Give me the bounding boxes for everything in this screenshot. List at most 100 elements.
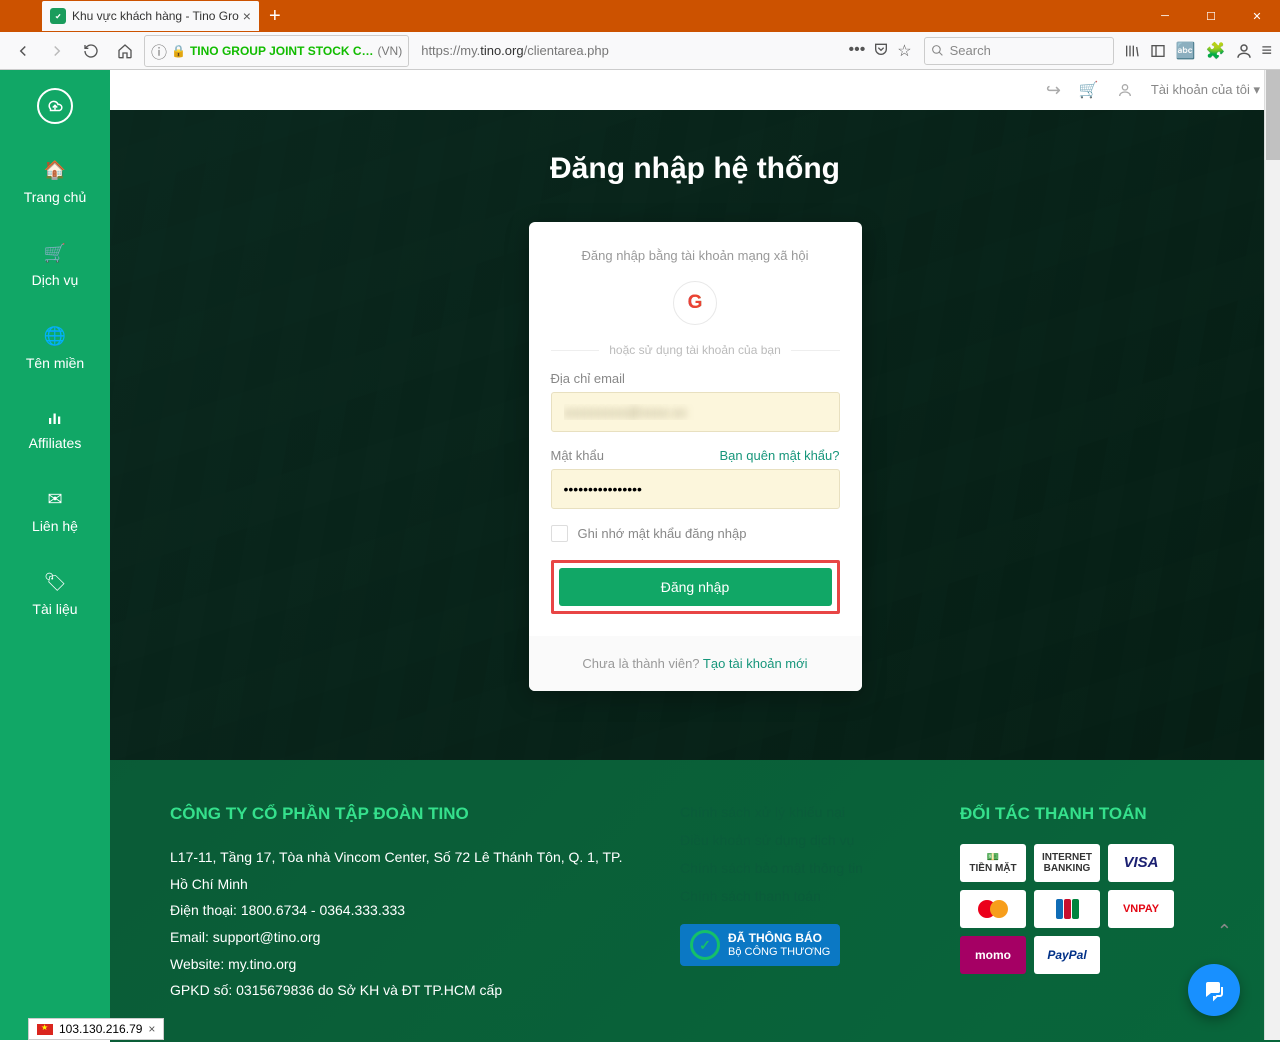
site-identity[interactable]: ⓘ 🔒 TINO GROUP JOINT STOCK C… (VN) bbox=[144, 35, 409, 67]
check-icon: ✓ bbox=[690, 930, 720, 960]
pay-mastercard bbox=[960, 890, 1026, 928]
chart-icon bbox=[46, 409, 64, 427]
footer-partners-title: ĐỐI TÁC THANH TOÁN bbox=[960, 798, 1220, 830]
browser-tab[interactable]: Khu vực khách hàng - Tino Gro × bbox=[42, 1, 259, 31]
password-label: Mật khẩu bbox=[551, 448, 604, 463]
scroll-top-button[interactable]: ⌃ bbox=[1217, 921, 1232, 942]
forward-button[interactable] bbox=[42, 36, 72, 66]
sidebar-item-domains[interactable]: 🌐 Tên miền bbox=[26, 326, 84, 371]
share-icon[interactable]: ↪ bbox=[1046, 80, 1061, 101]
extension-icon[interactable]: 🧩 bbox=[1206, 41, 1226, 61]
email-input[interactable] bbox=[551, 392, 840, 432]
tab-close-icon[interactable]: × bbox=[243, 8, 251, 24]
cart-icon: 🛒 bbox=[44, 243, 66, 264]
account-icon[interactable] bbox=[1235, 42, 1253, 60]
card-footer: Chưa là thành viên? Tạo tài khoản mới bbox=[529, 636, 862, 691]
remember-label: Ghi nhớ mật khẩu đăng nhập bbox=[578, 526, 747, 541]
remember-checkbox[interactable] bbox=[551, 525, 568, 542]
home-icon: 🏠 bbox=[44, 160, 66, 181]
sidebar-item-affiliates[interactable]: Affiliates bbox=[29, 409, 82, 451]
vertical-scrollbar[interactable] bbox=[1264, 70, 1280, 1040]
footer-line: L17-11, Tầng 17, Tòa nhà Vincom Center, … bbox=[170, 844, 640, 897]
home-button[interactable] bbox=[110, 36, 140, 66]
page-title: Đăng nhập hệ thống bbox=[550, 152, 840, 186]
back-button[interactable] bbox=[8, 36, 38, 66]
sidebar-item-docs[interactable]: 🏷 Tài liệu bbox=[32, 572, 77, 617]
footer-company-title: CÔNG TY CỔ PHẦN TẬP ĐOÀN TINO bbox=[170, 798, 640, 830]
footer-line: Email: support@tino.org bbox=[170, 924, 640, 951]
footer-link[interactable]: Chính sách bảo mật thông tin bbox=[680, 854, 920, 882]
library-icon[interactable] bbox=[1124, 43, 1140, 59]
globe-icon: 🌐 bbox=[44, 326, 66, 347]
ip-toast: 103.130.216.79 × bbox=[28, 1018, 164, 1040]
email-label: Địa chỉ email bbox=[551, 371, 840, 386]
page-footer: CÔNG TY CỔ PHẦN TẬP ĐOÀN TINO L17-11, Tầ… bbox=[110, 760, 1280, 1042]
password-input[interactable] bbox=[551, 469, 840, 509]
chat-icon bbox=[1202, 978, 1226, 1002]
window-titlebar: Khu vực khách hàng - Tino Gro × + ─ ☐ ✕ bbox=[0, 0, 1280, 32]
pay-visa: VISA bbox=[1108, 844, 1174, 882]
minimize-button[interactable]: ─ bbox=[1142, 0, 1188, 32]
maximize-button[interactable]: ☐ bbox=[1188, 0, 1234, 32]
page-topbar: ↪ 🛒 Tài khoản của tôi ▾ bbox=[110, 70, 1280, 110]
hamburger-menu-icon[interactable]: ≡ bbox=[1261, 40, 1272, 61]
sidebar-nav: 🏠 Trang chủ 🛒 Dịch vụ 🌐 Tên miền Affilia… bbox=[0, 70, 110, 1040]
social-login-title: Đăng nhập bằng tài khoản mạng xã hội bbox=[551, 248, 840, 263]
search-icon bbox=[931, 44, 944, 57]
pay-paypal: PayPal bbox=[1034, 936, 1100, 974]
login-button-highlight: Đăng nhập bbox=[551, 560, 840, 614]
pay-internet-banking: INTERNET BANKING bbox=[1034, 844, 1100, 882]
pay-vnpay: VNPAY bbox=[1108, 890, 1174, 928]
footer-line: GPKD số: 0315679836 do Sở KH và ĐT TP.HC… bbox=[170, 977, 640, 1004]
sidebar-item-label: Liên hệ bbox=[32, 518, 78, 534]
logo-icon[interactable] bbox=[37, 88, 73, 124]
sidebar-item-label: Affiliates bbox=[29, 435, 82, 451]
browser-toolbar: ⓘ 🔒 TINO GROUP JOINT STOCK C… (VN) https… bbox=[0, 32, 1280, 70]
sidebar-icon[interactable] bbox=[1150, 43, 1166, 59]
search-placeholder: Search bbox=[950, 43, 991, 58]
sidebar-item-label: Tên miền bbox=[26, 355, 84, 371]
pay-momo: momo bbox=[960, 936, 1026, 974]
sidebar-item-contact[interactable]: ✉ Liên hệ bbox=[32, 489, 78, 534]
cart-icon[interactable]: 🛒 bbox=[1079, 80, 1099, 100]
bookmark-icon[interactable]: ☆ bbox=[897, 41, 911, 61]
google-login-button[interactable]: G bbox=[673, 281, 717, 325]
translate-icon[interactable]: 🔤 bbox=[1176, 41, 1196, 61]
toast-close-icon[interactable]: × bbox=[148, 1022, 155, 1036]
account-dropdown[interactable]: Tài khoản của tôi ▾ bbox=[1151, 82, 1260, 98]
ip-address: 103.130.216.79 bbox=[59, 1022, 142, 1036]
pay-cash: 💵TIỀN MẶT bbox=[960, 844, 1026, 882]
mail-icon: ✉ bbox=[47, 489, 62, 510]
info-icon: ⓘ bbox=[151, 39, 167, 63]
reload-button[interactable] bbox=[76, 36, 106, 66]
google-icon: G bbox=[688, 292, 703, 314]
search-bar[interactable]: Search bbox=[924, 37, 1114, 65]
sidebar-item-label: Dịch vụ bbox=[32, 272, 79, 288]
cert-country: (VN) bbox=[378, 44, 403, 58]
cert-company: TINO GROUP JOINT STOCK C… bbox=[190, 44, 374, 58]
login-card: Đăng nhập bằng tài khoản mạng xã hội G h… bbox=[529, 222, 862, 691]
chat-button[interactable] bbox=[1188, 964, 1240, 1016]
gov-badge[interactable]: ✓ ĐÃ THÔNG BÁOBộ CÔNG THƯƠNG bbox=[680, 924, 840, 966]
new-tab-button[interactable]: + bbox=[269, 5, 281, 28]
forgot-password-link[interactable]: Bạn quên mật khẩu? bbox=[720, 448, 840, 463]
create-account-link[interactable]: Tạo tài khoản mới bbox=[703, 656, 808, 671]
sidebar-item-label: Trang chủ bbox=[24, 189, 87, 205]
footer-link[interactable]: Chính sách thanh toán bbox=[680, 882, 920, 910]
scroll-thumb[interactable] bbox=[1266, 70, 1280, 160]
footer-link[interactable]: Chính sách xử lý khiếu nại bbox=[680, 798, 920, 826]
sidebar-item-services[interactable]: 🛒 Dịch vụ bbox=[32, 243, 79, 288]
url-bar[interactable]: https://my.tino.org/clientarea.php bbox=[415, 39, 834, 62]
footer-line: Điện thoại: 1800.6734 - 0364.333.333 bbox=[170, 897, 640, 924]
close-window-button[interactable]: ✕ bbox=[1234, 0, 1280, 32]
user-icon bbox=[1117, 82, 1133, 98]
footer-link[interactable]: Điều khoản sử dụng dịch vụ bbox=[680, 826, 920, 854]
more-icon[interactable]: ••• bbox=[848, 41, 865, 61]
tab-favicon-icon bbox=[50, 8, 66, 24]
payment-grid: 💵TIỀN MẶT INTERNET BANKING VISA VNPAY mo… bbox=[960, 844, 1220, 974]
pocket-icon[interactable] bbox=[873, 41, 889, 61]
sidebar-item-home[interactable]: 🏠 Trang chủ bbox=[24, 160, 87, 205]
login-button[interactable]: Đăng nhập bbox=[559, 568, 832, 606]
pay-jcb bbox=[1034, 890, 1100, 928]
footer-line: Website: my.tino.org bbox=[170, 951, 640, 978]
